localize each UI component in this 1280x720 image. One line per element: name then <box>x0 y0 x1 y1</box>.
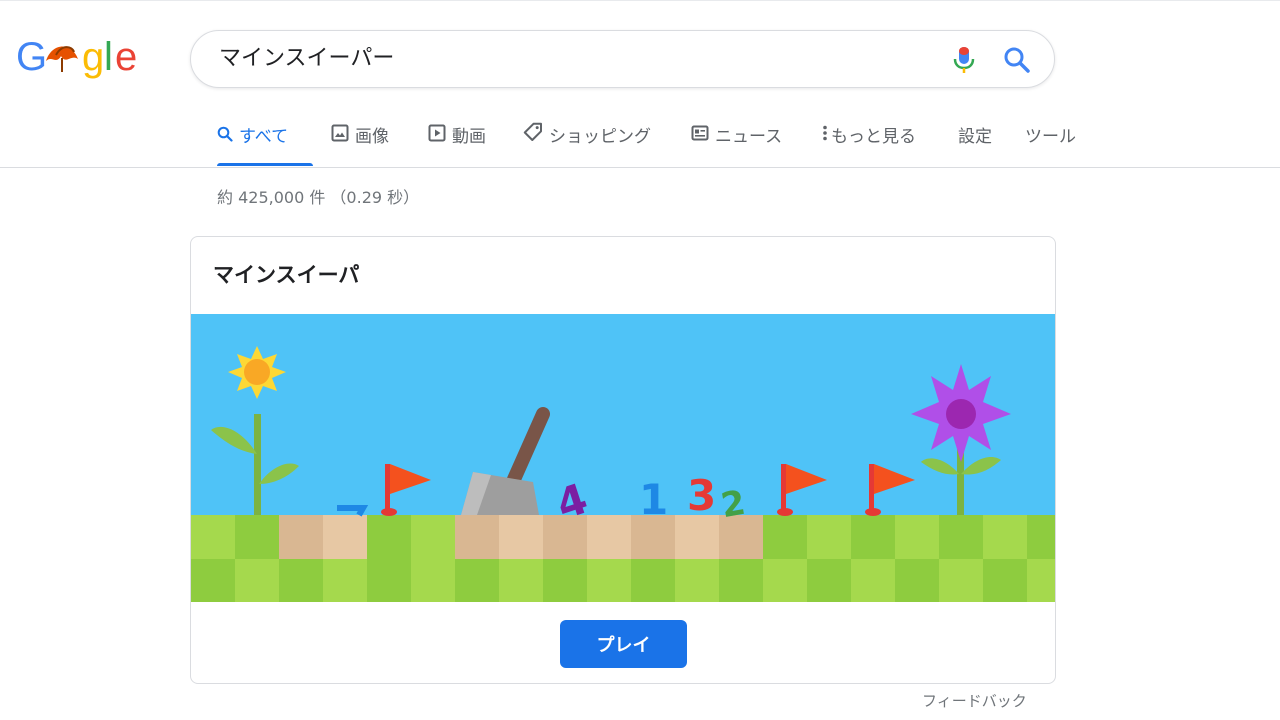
tab-label: 画像 <box>355 127 389 147</box>
tag-icon <box>523 112 543 162</box>
tab-more[interactable]: もっと見る <box>821 112 916 164</box>
tab-tools[interactable]: ツール <box>1025 112 1076 164</box>
more-vert-icon <box>821 112 829 162</box>
feedback-link[interactable]: フィードバック <box>922 690 1027 711</box>
tab-label: 設定 <box>958 127 992 147</box>
search-input[interactable]: マインスイーパー <box>219 31 919 87</box>
active-tab-indicator <box>217 163 313 166</box>
mine-count-number: 1 <box>639 475 668 524</box>
search-icon[interactable] <box>1003 46 1031 74</box>
dirt-cells <box>279 515 763 559</box>
google-doodle-logo[interactable]: G g l e <box>16 28 146 88</box>
tab-images[interactable]: 画像 <box>331 112 389 164</box>
tab-news[interactable]: ニュース <box>691 112 782 164</box>
result-stats: 約 425,000 件 （0.29 秒） <box>217 188 420 207</box>
tab-label: もっと見る <box>831 127 916 147</box>
tab-videos[interactable]: 動画 <box>428 112 486 164</box>
mine-count-number: 3 <box>687 471 716 520</box>
header-divider <box>0 167 1280 168</box>
logo-letter-g: G <box>16 35 47 79</box>
card-title: マインスイーパ <box>213 263 360 287</box>
search-box[interactable]: マインスイーパー <box>190 30 1055 88</box>
tab-all[interactable]: すべて <box>217 112 313 166</box>
top-divider <box>0 0 1280 1</box>
leaf-icon <box>46 46 78 72</box>
microphone-icon[interactable] <box>951 46 977 74</box>
search-icon <box>217 112 233 162</box>
news-icon <box>691 112 709 162</box>
logo-letter-l: l <box>104 35 113 79</box>
tab-settings[interactable]: 設定 <box>958 112 992 164</box>
play-button[interactable]: プレイ <box>560 620 687 668</box>
tab-label: 動画 <box>452 127 486 147</box>
tab-shopping[interactable]: ショッピング <box>523 112 651 164</box>
tab-label: ツール <box>1025 127 1076 147</box>
tab-label: ショッピング <box>549 127 651 147</box>
logo-letter-g2: g <box>82 35 104 79</box>
tab-label: ニュース <box>715 127 783 147</box>
logo-letter-e: e <box>115 35 137 79</box>
image-icon <box>331 112 349 162</box>
minesweeper-banner[interactable]: 4 1 3 2 <box>191 314 1055 602</box>
tab-label: すべて <box>239 127 289 147</box>
video-icon <box>428 112 446 162</box>
minesweeper-card: マインスイーパ 4 1 3 2 プレイ <box>190 236 1056 684</box>
